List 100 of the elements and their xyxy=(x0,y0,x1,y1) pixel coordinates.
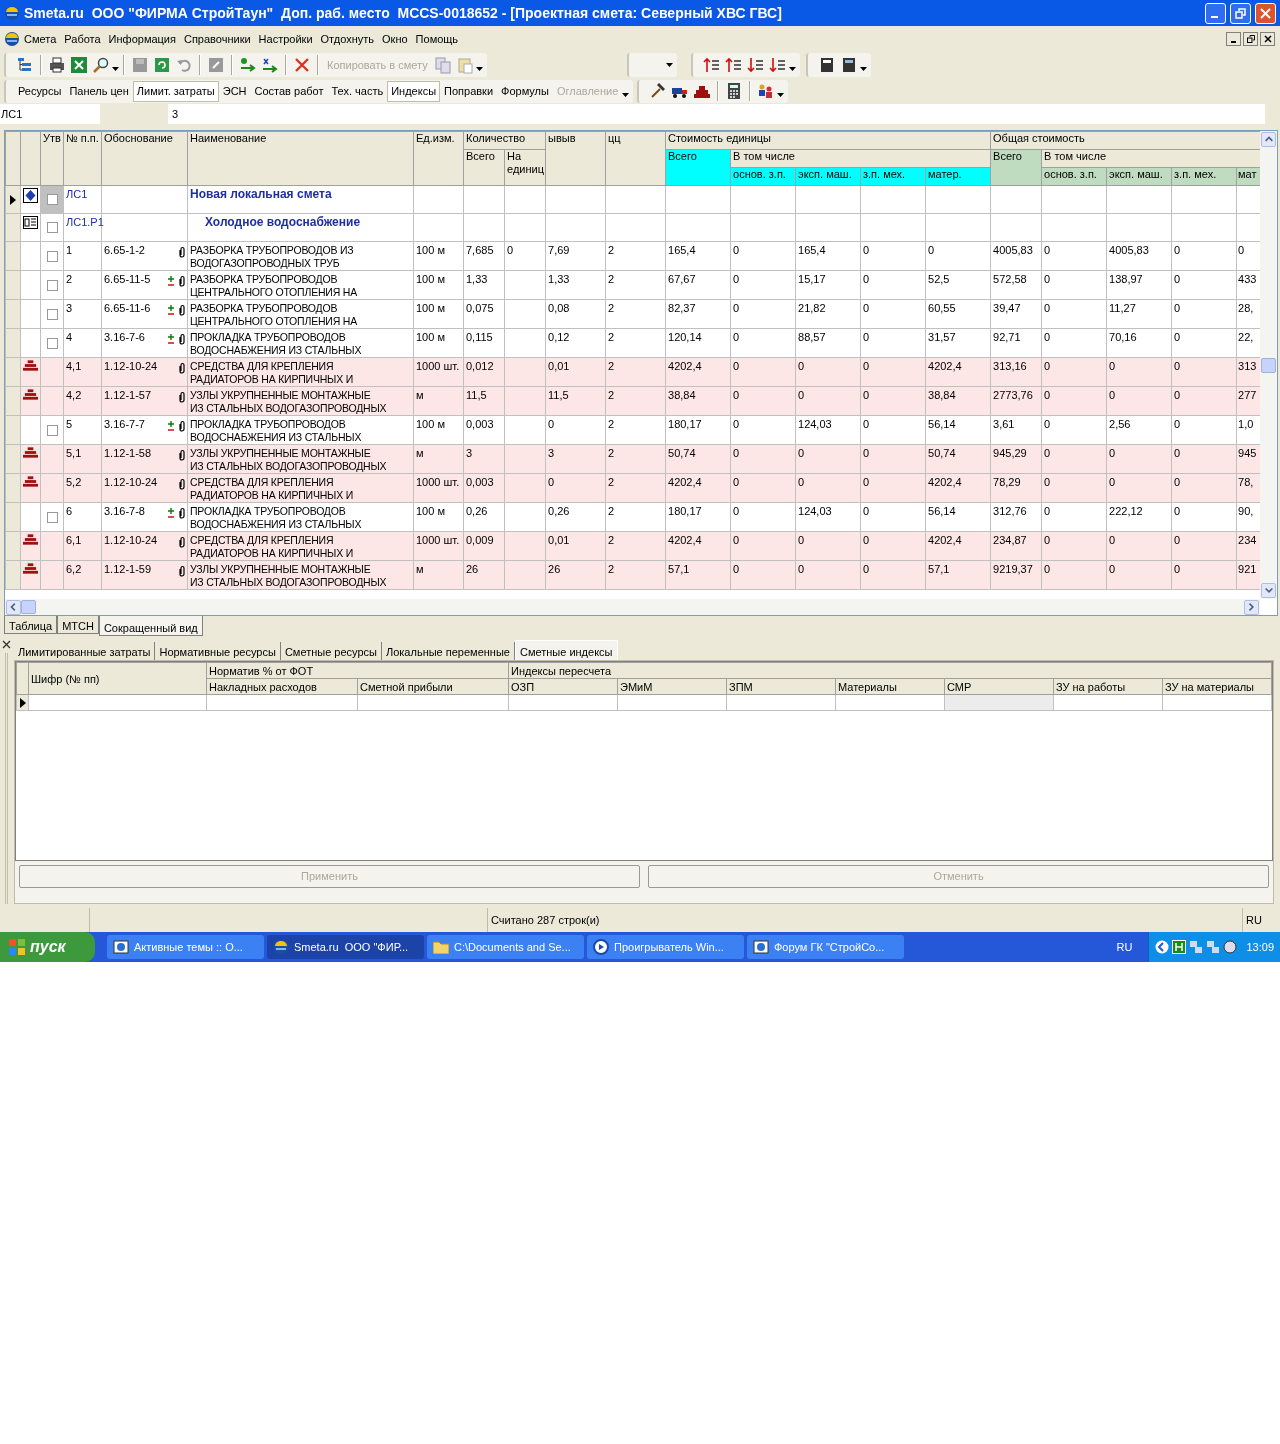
table-cell: 2 xyxy=(608,273,615,285)
delete-icon[interactable] xyxy=(293,56,311,74)
horizontal-scrollbar[interactable] xyxy=(5,599,1260,615)
row-indicator xyxy=(5,357,21,387)
table-row[interactable]: ЛС1.Р1 Холодное водоснабжение xyxy=(5,213,1260,242)
spreadsheet-icon[interactable] xyxy=(70,56,88,74)
checkbox[interactable] xyxy=(46,250,58,262)
table-cell-text: 6.65-11-5 xyxy=(104,273,152,286)
restore-button[interactable] xyxy=(1243,32,1258,46)
sheet-tab[interactable]: Таблица xyxy=(4,616,58,634)
view-toggle-button[interactable]: Состав работ xyxy=(250,80,328,102)
sheet-tab[interactable]: МТСН xyxy=(57,616,99,634)
checkbox[interactable] xyxy=(46,194,58,205)
language-indicator[interactable]: RU xyxy=(1116,938,1133,956)
cell-value-field[interactable]: 3 xyxy=(168,105,1265,123)
chevron-icon[interactable] xyxy=(1155,940,1170,954)
checkbox[interactable] xyxy=(46,511,58,523)
sort-up-icon[interactable] xyxy=(702,56,721,74)
row-indicator xyxy=(5,444,21,474)
save-icon[interactable] xyxy=(131,56,149,74)
sheet-tab[interactable]: Сокращенный вид xyxy=(98,616,203,636)
scroll-thumb[interactable] xyxy=(1261,357,1276,373)
checkbox[interactable] xyxy=(46,424,58,436)
view-toggle-button[interactable]: Формулы xyxy=(497,80,553,102)
taskbar-button[interactable]: C:\Documents and Se... xyxy=(427,935,584,959)
checkbox[interactable] xyxy=(46,279,58,291)
menu-item[interactable]: Информация xyxy=(104,30,180,48)
table-row[interactable]: 6,1 1.12-10-24 СРЕДСТВА ДЛЯ КРЕПЛЕНИЯ РАДИАТОРОВ НА КИРПИЧНЫХ И 1000 шт. 0,009 0,01 2 4202,4 0 0 0 4202,4 234,87 0 0 0 234 xyxy=(5,531,1260,561)
menu-item[interactable]: Помощь xyxy=(411,30,463,48)
taskbar-button[interactable]: Форум ГК "СтройСо... xyxy=(747,935,904,959)
menu-item[interactable]: Настройки xyxy=(254,30,317,48)
caret-icon[interactable] xyxy=(777,93,785,97)
menu-item[interactable]: Окно xyxy=(378,30,412,48)
scroll-thumb[interactable] xyxy=(21,600,36,614)
table-row[interactable]: 5,1 1.12-1-58 УЗЛЫ УКРУПНЕННЫЕ МОНТАЖНЫЕ ИЗ СТАЛЬНЫХ ВОДОГАЗОПРОВОДНЫХ м 3 3 2 50,74 0 0 0 50,74 945,29 0 0 0 945 xyxy=(5,444,1260,474)
table-cell: 0 xyxy=(928,244,935,256)
vertical-scrollbar[interactable] xyxy=(1260,131,1277,599)
table-cell-text: 6.65-1-2 xyxy=(104,244,146,257)
menu-item[interactable]: Справочники xyxy=(179,30,255,48)
table-row[interactable]: 4 3.16-7-6 ПРОКЛАДКА ТРУБОПРОВОДОВ ВОДОСНАБЖЕНИЯ ИЗ СТАЛЬНЫХ 100 м 0,115 0,12 2 120,14 0 88,57 0 31,57 92,71 0 70,16 0 22, xyxy=(5,328,1260,358)
panel-tab[interactable]: Сметные индексы xyxy=(514,640,618,660)
view-toggle-button[interactable]: Ресурсы xyxy=(14,80,66,102)
table-row[interactable]: 5,2 1.12-10-24 СРЕДСТВА ДЛЯ КРЕПЛЕНИЯ РАДИАТОРОВ НА КИРПИЧНЫХ И 1000 шт. 0,003 0 2 4202,4 0 0 0 4202,4 78,29 0 0 0 78, xyxy=(5,473,1260,503)
table-cell: 90, xyxy=(1238,505,1254,517)
checkbox[interactable] xyxy=(46,222,58,233)
hammer-icon[interactable] xyxy=(649,82,668,100)
taskbar-button[interactable]: Активные темы :: О... xyxy=(107,935,264,959)
table-cell: 165,4 xyxy=(798,244,826,256)
view-toggle-button[interactable]: Индексы xyxy=(387,80,441,102)
table-cell: 0 xyxy=(1044,302,1051,314)
view-toggle-button[interactable]: ЭСН xyxy=(218,80,251,102)
table-cell: 0 xyxy=(733,244,740,256)
close-button[interactable] xyxy=(1260,32,1275,46)
checkbox[interactable] xyxy=(46,337,58,349)
table-row[interactable]: 2 6.65-11-5 РАЗБОРКА ТРУБОПРОВОДОВ ЦЕНТРАЛЬНОГО ОТОПЛЕНИЯ НА 100 м 1,33 1,33 2 67,67 0 15,17 0 52,5 572,58 0 138,97 0 433 xyxy=(5,270,1260,300)
caret-icon[interactable] xyxy=(622,93,630,97)
edit-icon[interactable] xyxy=(207,56,225,74)
table-cell-text: УЗЛЫ УКРУПНЕННЫЕ МОНТАЖНЫЕ ИЗ СТАЛЬНЫХ ВОДОГАЗОПРОВОДНЫХ xyxy=(190,389,388,415)
menu-item[interactable]: Работа xyxy=(60,30,105,48)
menu-item[interactable]: Смета xyxy=(20,30,61,48)
sort-down-lines-icon[interactable] xyxy=(768,56,787,74)
taskbar-button[interactable]: Проигрыватель Win... xyxy=(587,935,744,959)
table-row[interactable]: 4,1 1.12-10-24 СРЕДСТВА ДЛЯ КРЕПЛЕНИЯ РАДИАТОРОВ НА КИРПИЧНЫХ И 1000 шт. 0,012 0,01 2 4202,4 0 0 0 4202,4 313,16 0 0 0 313 xyxy=(5,357,1260,387)
search-icon[interactable] xyxy=(92,56,110,74)
table-row[interactable]: ЛС1 Новая локальная смета xyxy=(5,185,1260,214)
close-icon[interactable] xyxy=(2,640,12,649)
tray-icon[interactable] xyxy=(1223,940,1238,954)
table-cell-text: УЗЛЫ УКРУПНЕННЫЕ МОНТАЖНЫЕ ИЗ СТАЛЬНЫХ ВОДОГАЗОПРОВОДНЫХ xyxy=(190,563,388,589)
menu-item[interactable]: Отдохнуть xyxy=(316,30,379,48)
table-cell: 138,97 xyxy=(1109,273,1143,285)
start-button[interactable]: пуск xyxy=(0,932,95,962)
view-toggle-button[interactable]: Тех. часть xyxy=(327,80,388,102)
table-row[interactable]: 6 3.16-7-8 ПРОКЛАДКА ТРУБОПРОВОДОВ ВОДОСНАБЖЕНИЯ ИЗ СТАЛЬНЫХ 100 м 0,26 0,26 2 180,17 0 124,03 0 56,14 312,76 0 222,12 0 90, xyxy=(5,502,1260,532)
caret-icon[interactable] xyxy=(859,67,867,71)
caret-icon[interactable] xyxy=(475,67,483,71)
printer-icon[interactable] xyxy=(48,56,66,74)
tree-icon[interactable] xyxy=(16,56,34,74)
sort-up-lines-icon[interactable] xyxy=(724,56,743,74)
table-row[interactable]: 4,2 1.12-1-57 УЗЛЫ УКРУПНЕННЫЕ МОНТАЖНЫЕ ИЗ СТАЛЬНЫХ ВОДОГАЗОПРОВОДНЫХ м 11,5 11,5 2 38,84 0 0 0 38,84 2773,76 0 0 0 277 xyxy=(5,386,1260,416)
caret-icon[interactable] xyxy=(788,67,796,71)
table-cell: 0 xyxy=(1238,244,1245,256)
caret-icon[interactable] xyxy=(112,67,119,71)
view-toggle-button[interactable]: Лимит. затраты xyxy=(132,80,219,102)
view-toggle-button[interactable]: Поправки xyxy=(440,80,498,102)
minimize-button[interactable] xyxy=(1226,32,1241,46)
transfer-icon[interactable] xyxy=(239,56,257,74)
sort-down-icon[interactable] xyxy=(746,56,765,74)
taskbar-button[interactable]: Smeta.ru ООО "ФИР... xyxy=(267,935,424,959)
table-row[interactable]: 1 6.65-1-2 РАЗБОРКА ТРУБОПРОВОДОВ ИЗ ВОДОГАЗОПРОВОДНЫХ ТРУБ 100 м 7,685 0 7,69 2 165,4 0 165,4 0 0 4005,83 0 4005,83 0 0 xyxy=(5,241,1260,271)
close-icon xyxy=(1260,7,1271,19)
refresh-icon[interactable] xyxy=(153,56,171,74)
table-row[interactable]: 3 6.65-11-6 РАЗБОРКА ТРУБОПРОВОДОВ ЦЕНТРАЛЬНОГО ОТОПЛЕНИЯ НА 100 м 0,075 0,08 2 82,37 0 21,82 0 60,55 39,47 0 11,27 0 28, xyxy=(5,299,1260,329)
caret-icon[interactable] xyxy=(665,63,673,67)
table-row[interactable]: 6,2 1.12-1-59 УЗЛЫ УКРУПНЕННЫЕ МОНТАЖНЫЕ ИЗ СТАЛЬНЫХ ВОДОГАЗОПРОВОДНЫХ м 26 26 2 57,1 0 0 0 57,1 9219,37 0 0 0 921 xyxy=(5,560,1260,590)
table-cell-text: РАЗБОРКА ТРУБОПРОВОДОВ ИЗ ВОДОГАЗОПРОВОДНЫХ ТРУБ xyxy=(190,244,355,270)
window-title: Smeta.ru ООО "ФИРМА СтройТаун" Доп. раб. место MCCS-0018652 - [Проектная смета: Северный ХВС ГВС] xyxy=(24,3,783,23)
table-cell: 0 xyxy=(733,534,740,546)
checkbox[interactable] xyxy=(46,308,58,320)
view-toggle-button[interactable]: Панель цен xyxy=(65,80,133,102)
table-row[interactable]: 5 3.16-7-7 ПРОКЛАДКА ТРУБОПРОВОДОВ ВОДОСНАБЖЕНИЯ ИЗ СТАЛЬНЫХ 100 м 0,003 0 2 180,17 0 124,03 0 56,14 3,61 0 2,56 0 1,0 xyxy=(5,415,1260,445)
